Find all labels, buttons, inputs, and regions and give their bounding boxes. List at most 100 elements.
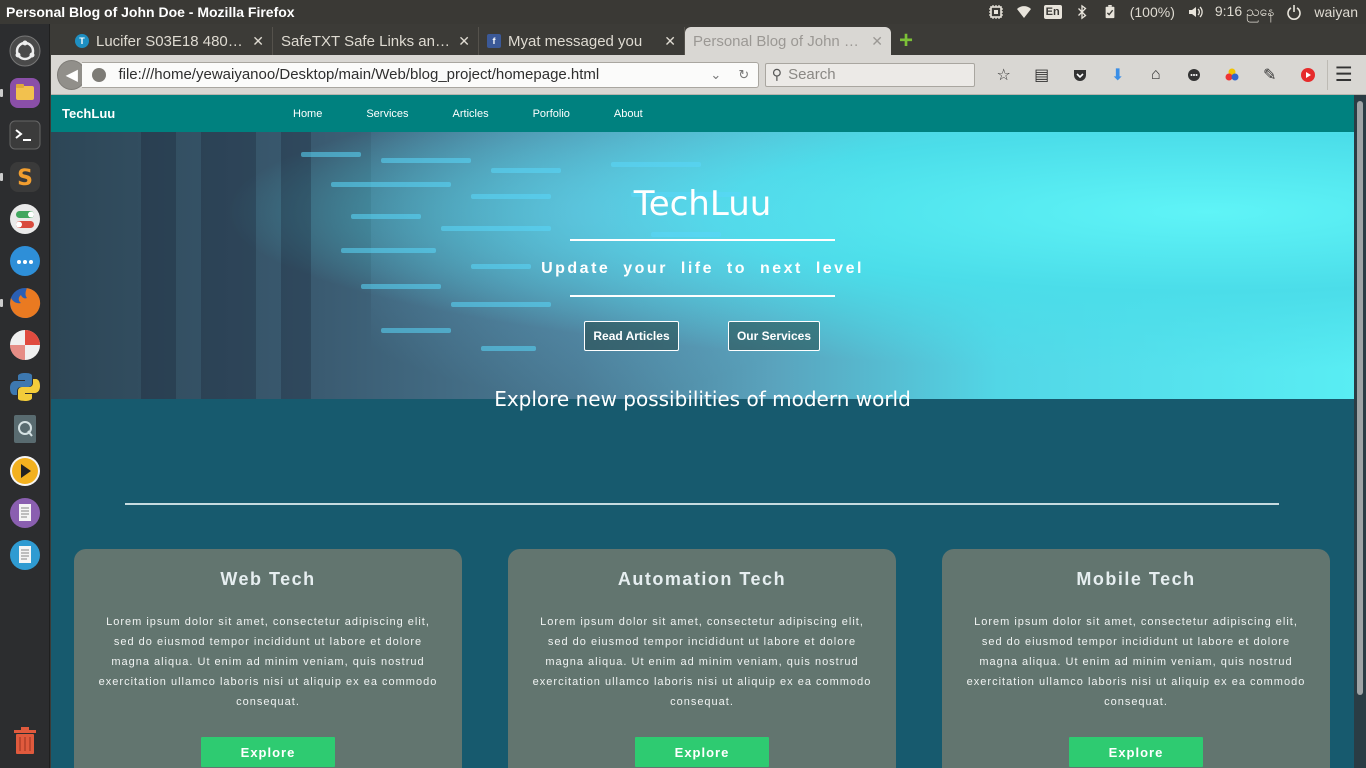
window-title: Personal Blog of John Doe - Mozilla Fire… — [6, 4, 295, 20]
search-placeholder: Search — [788, 66, 836, 83]
card-body: Lorem ipsum dolor sit amet, consectetur … — [98, 616, 438, 708]
bookmark-star-icon[interactable]: ☆ — [985, 60, 1023, 90]
battery-percent: (100%) — [1129, 4, 1175, 20]
launcher-firefox-icon[interactable] — [0, 284, 44, 322]
card-body: Lorem ipsum dolor sit amet, consectetur … — [966, 616, 1306, 708]
tab-label: Personal Blog of John … — [693, 32, 859, 50]
tab-bar: T Lucifer S03E18 480p… ✕ SafeTXT Safe Li… — [51, 24, 1366, 55]
launcher-files-icon[interactable] — [0, 74, 44, 112]
nav-home[interactable]: Home — [293, 108, 322, 120]
chat-extension-icon[interactable] — [1175, 60, 1213, 90]
facebook-icon: f — [487, 34, 501, 48]
toolbar-icons: ☆ ▤ ⬇ ⌂ ✎ — [985, 60, 1327, 90]
svg-text:S: S — [17, 166, 33, 191]
hamburger-menu-icon[interactable]: ☰ — [1326, 59, 1360, 90]
navigation-toolbar: ◀ file:///home/yewaiyanoo/Desktop/main/W… — [51, 55, 1366, 95]
card-body: Lorem ipsum dolor sit amet, consectetur … — [532, 616, 872, 708]
launcher-terminal-icon[interactable] — [6, 116, 44, 154]
user-name[interactable]: waiyan — [1314, 4, 1358, 20]
hero-banner: TechLuu Update your life to next level R… — [51, 132, 1366, 399]
tab-safetxt[interactable]: SafeTXT Safe Links and… ✕ — [273, 27, 479, 55]
hero-title: TechLuu — [633, 184, 772, 224]
firefox-window: T Lucifer S03E18 480p… ✕ SafeTXT Safe Li… — [51, 24, 1366, 768]
site-identity-icon[interactable] — [92, 67, 107, 82]
pen-extension-icon[interactable]: ✎ — [1251, 60, 1289, 90]
tab-label: Myat messaged you — [508, 32, 643, 50]
web-tech-explore-button[interactable]: Explore — [201, 737, 335, 767]
tab-label: SafeTXT Safe Links and… — [281, 32, 453, 50]
top-panel: Personal Blog of John Doe - Mozilla Fire… — [0, 0, 1366, 24]
explore-divider — [125, 503, 1279, 505]
back-arrow-icon: ◀ — [65, 66, 78, 84]
site-nav-links: Home Services Articles Porfolio About — [293, 108, 687, 120]
page-viewport: TechLuu Home Services Articles Porfolio … — [51, 95, 1366, 768]
hero-divider-top — [570, 239, 835, 241]
launcher-python-icon[interactable] — [6, 368, 44, 406]
card-web-tech: Web Tech Lorem ipsum dolor sit amet, con… — [74, 549, 462, 768]
launcher-media-player-icon[interactable] — [6, 452, 44, 490]
wifi-icon[interactable] — [1016, 4, 1032, 20]
url-text: file:///home/yewaiyanoo/Desktop/main/Web… — [118, 66, 600, 83]
launcher-trash-icon[interactable] — [6, 722, 44, 760]
tab-label: Lucifer S03E18 480p… — [96, 32, 247, 50]
launcher-document-viewer-icon[interactable] — [6, 494, 44, 532]
nav-portfolio[interactable]: Porfolio — [533, 108, 570, 120]
explore-heading: Explore new possibilities of modern worl… — [494, 387, 911, 411]
mobile-tech-explore-button[interactable]: Explore — [1069, 737, 1203, 767]
tab-close-icon[interactable]: ✕ — [458, 33, 470, 50]
cpu-monitor-icon[interactable] — [988, 4, 1004, 20]
reading-list-icon[interactable]: ▤ — [1023, 60, 1061, 90]
color-extension-icon[interactable] — [1213, 60, 1251, 90]
hero-divider-bottom — [570, 295, 835, 297]
tab-personal-blog[interactable]: Personal Blog of John … ✕ — [685, 27, 891, 55]
site-navbar: TechLuu Home Services Articles Porfolio … — [51, 95, 1366, 132]
scrollbar-thumb[interactable] — [1357, 101, 1363, 695]
home-icon[interactable]: ⌂ — [1137, 60, 1175, 90]
hero-subtitle: Update your life to next level — [541, 260, 864, 277]
launcher-sublime-icon[interactable]: S — [0, 158, 44, 196]
reload-icon[interactable]: ↻ — [730, 67, 758, 83]
tab-close-icon[interactable]: ✕ — [664, 33, 676, 50]
tab-facebook-messages[interactable]: f Myat messaged you ✕ — [479, 27, 685, 55]
page-scrollbar[interactable] — [1354, 95, 1366, 768]
bluetooth-icon[interactable] — [1074, 4, 1090, 20]
card-title: Web Tech — [220, 569, 316, 589]
automation-tech-explore-button[interactable]: Explore — [635, 737, 769, 767]
new-tab-button[interactable]: + — [899, 27, 913, 55]
keyboard-language-indicator[interactable]: En — [1043, 5, 1062, 19]
tab-favicon-icon: T — [75, 34, 89, 48]
site-brand[interactable]: TechLuu — [62, 106, 293, 121]
launcher: S — [0, 24, 50, 768]
tab-close-icon[interactable]: ✕ — [252, 33, 264, 50]
url-bar[interactable]: file:///home/yewaiyanoo/Desktop/main/Web… — [82, 61, 759, 88]
downloads-icon[interactable]: ⬇ — [1099, 60, 1137, 90]
search-icon: ⚲ — [771, 66, 783, 82]
nav-articles[interactable]: Articles — [453, 108, 489, 120]
system-indicators: En (100%) 9:16 ညနေ waiyan — [988, 2, 1366, 23]
youtube-extension-icon[interactable] — [1289, 60, 1327, 90]
battery-icon[interactable] — [1102, 4, 1118, 20]
pocket-icon[interactable] — [1061, 60, 1099, 90]
card-title: Mobile Tech — [1076, 569, 1196, 589]
power-icon[interactable] — [1286, 4, 1302, 20]
launcher-chat-icon[interactable] — [6, 242, 44, 280]
launcher-settings-toggle-icon[interactable] — [6, 200, 44, 238]
read-articles-button[interactable]: Read Articles — [584, 321, 679, 351]
launcher-qt-icon[interactable] — [6, 410, 44, 448]
card-automation-tech: Automation Tech Lorem ipsum dolor sit am… — [508, 549, 896, 768]
our-services-button[interactable]: Our Services — [728, 321, 820, 351]
clock[interactable]: 9:16 ညနေ — [1215, 2, 1275, 23]
url-dropdown-icon[interactable]: ⌄ — [702, 67, 730, 83]
launcher-text-editor-icon[interactable] — [6, 536, 44, 574]
tab-close-icon[interactable]: ✕ — [871, 33, 883, 50]
launcher-pie-app-icon[interactable] — [6, 326, 44, 364]
search-input[interactable]: ⚲ Search — [764, 62, 975, 87]
card-mobile-tech: Mobile Tech Lorem ipsum dolor sit amet, … — [942, 549, 1330, 768]
volume-icon[interactable] — [1187, 4, 1203, 20]
tab-lucifer[interactable]: T Lucifer S03E18 480p… ✕ — [67, 27, 273, 55]
nav-services[interactable]: Services — [366, 108, 408, 120]
nav-about[interactable]: About — [614, 108, 643, 120]
hero-content: TechLuu Update your life to next level R… — [51, 132, 1354, 399]
card-title: Automation Tech — [617, 569, 787, 589]
launcher-dash-icon[interactable] — [6, 32, 44, 70]
